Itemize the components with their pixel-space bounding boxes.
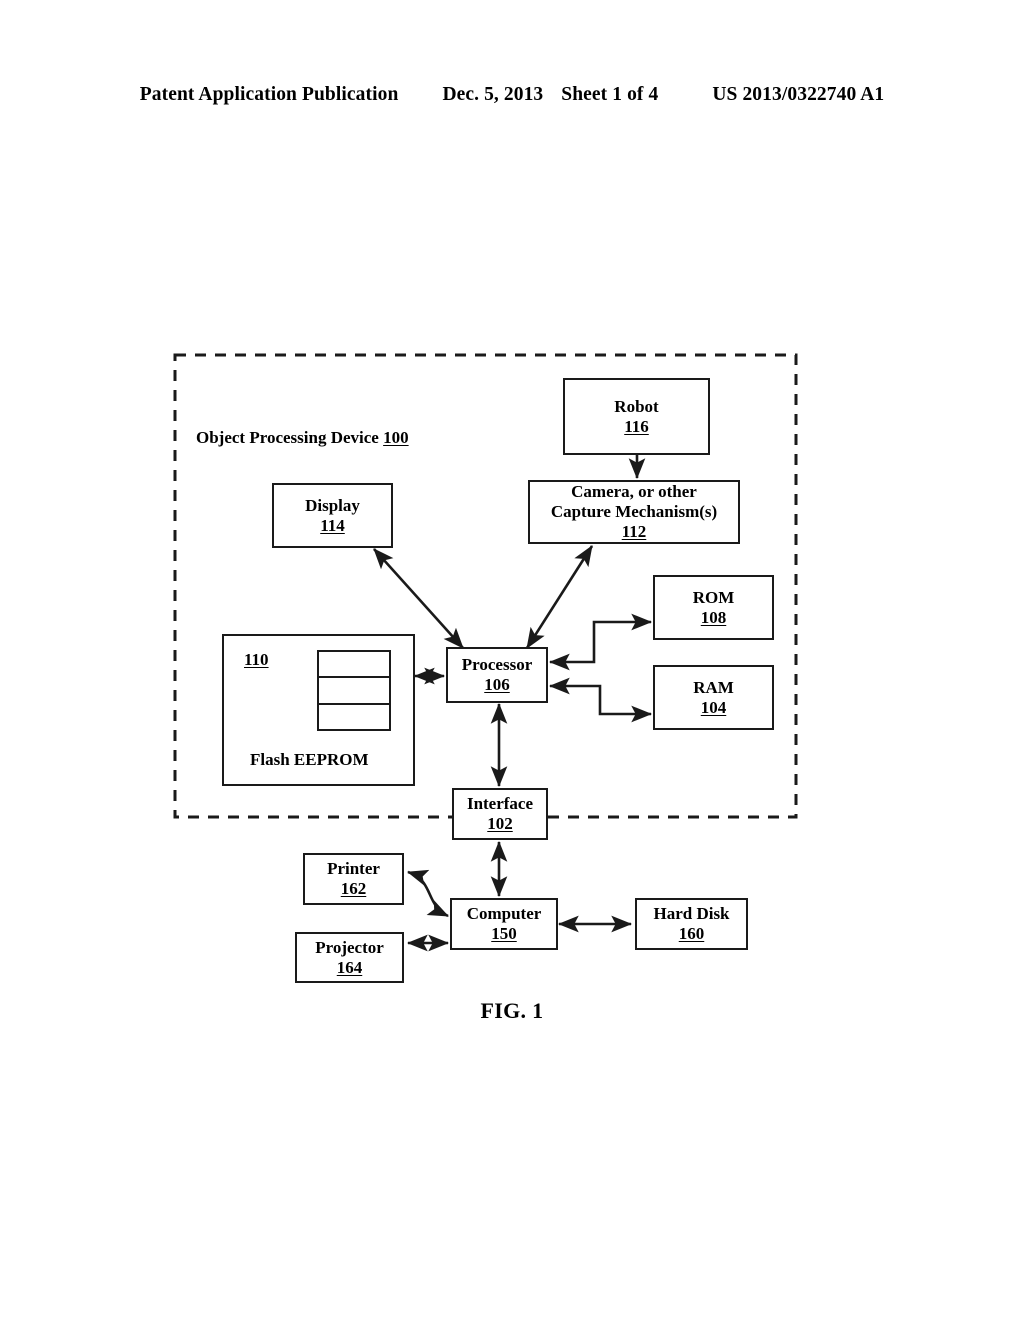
node-computer-ref: 150 — [491, 924, 517, 943]
node-ram[interactable]: RAM 104 — [653, 665, 774, 730]
node-ram-ref: 104 — [700, 697, 727, 717]
node-printer-ref: 162 — [340, 879, 367, 898]
node-hard-disk-title: Hard Disk — [653, 904, 730, 924]
connector-printer-computer — [407, 869, 449, 918]
node-display-title: Display — [305, 495, 360, 515]
node-rom-title: ROM — [692, 587, 735, 607]
node-robot-ref: 116 — [624, 416, 649, 436]
node-display[interactable]: Display 114 — [272, 483, 393, 548]
node-interface-ref: 102 — [487, 814, 513, 833]
node-rom[interactable]: ROM 108 — [653, 575, 774, 640]
node-camera-ref: 112 — [621, 521, 647, 541]
node-camera-title-line2: Capture Mechanism(s) — [550, 502, 718, 522]
node-printer-title: Printer — [327, 859, 380, 879]
node-interface-title: Interface — [466, 794, 534, 814]
node-camera-title-line1: Camera, or other — [571, 482, 697, 502]
object-processing-device-title: Object Processing Device — [196, 428, 379, 447]
connector-camera-processor — [525, 545, 594, 649]
node-processor-ref: 106 — [484, 675, 510, 694]
node-computer[interactable]: Computer 150 — [450, 898, 558, 950]
node-projector[interactable]: Projector 164 — [295, 932, 404, 983]
object-processing-device-ref: 100 — [383, 428, 409, 447]
node-flash-eeprom-ref: 110 — [244, 650, 269, 669]
flash-eeprom-memory-stack — [317, 650, 391, 731]
node-ram-title: RAM — [693, 677, 734, 697]
node-processor-title: Processor — [461, 655, 533, 675]
figure-1-block-diagram: Object Processing Device 100 Robot 116 C… — [0, 0, 1024, 1320]
node-projector-title: Projector — [315, 937, 384, 957]
node-projector-ref: 164 — [336, 957, 363, 977]
node-display-ref: 114 — [320, 515, 345, 535]
node-computer-title: Computer — [466, 904, 542, 924]
node-interface[interactable]: Interface 102 — [452, 788, 548, 840]
node-hard-disk[interactable]: Hard Disk 160 — [635, 898, 748, 950]
node-robot-title: Robot — [614, 396, 659, 416]
node-robot[interactable]: Robot 116 — [563, 378, 710, 455]
node-flash-eeprom-caption: Flash EEPROM — [250, 750, 369, 769]
object-processing-device-label: Object Processing Device 100 — [196, 428, 409, 448]
flash-eeprom-memory-cell — [319, 702, 389, 729]
connector-processor-rom — [548, 613, 653, 671]
node-printer[interactable]: Printer 162 — [303, 853, 404, 905]
node-processor[interactable]: Processor 106 — [446, 647, 548, 703]
connector-processor-ram — [548, 677, 653, 723]
figure-caption: FIG. 1 — [480, 998, 544, 1023]
node-camera-capture-mechanism[interactable]: Camera, or other Capture Mechanism(s) 11… — [528, 480, 740, 544]
flash-eeprom-memory-cell — [319, 676, 389, 702]
node-rom-ref: 108 — [700, 607, 727, 627]
flash-eeprom-memory-cell — [319, 652, 389, 676]
node-hard-disk-ref: 160 — [678, 924, 705, 943]
